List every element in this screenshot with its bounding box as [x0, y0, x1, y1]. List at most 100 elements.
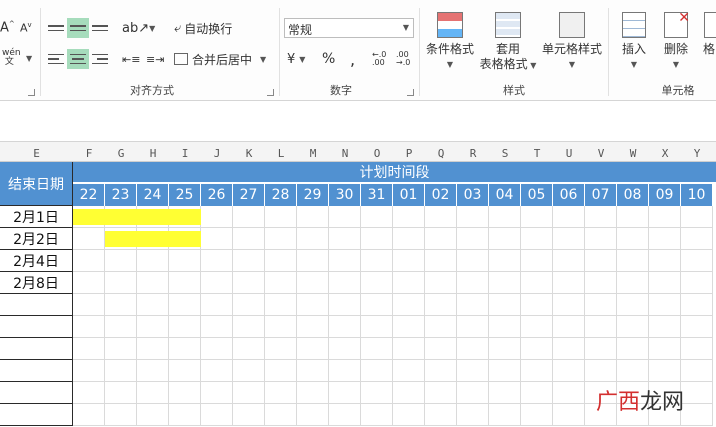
grid-cell[interactable] — [617, 338, 649, 360]
grid-cell[interactable] — [137, 294, 169, 316]
day-header[interactable]: 03 — [457, 184, 489, 206]
grid-cell[interactable] — [489, 338, 521, 360]
grid-cell[interactable] — [393, 272, 425, 294]
day-header[interactable]: 02 — [425, 184, 457, 206]
format-button[interactable]: 格 — [700, 12, 716, 57]
grid-cell[interactable] — [393, 338, 425, 360]
percent-style-button[interactable]: % — [322, 49, 335, 69]
grid-cell[interactable] — [105, 404, 137, 426]
grid-cell[interactable] — [265, 338, 297, 360]
grid-cell[interactable] — [393, 294, 425, 316]
grid-cell[interactable] — [457, 338, 489, 360]
column-letter[interactable]: S — [489, 142, 521, 162]
day-header[interactable]: 10 — [681, 184, 713, 206]
column-letter[interactable]: L — [265, 142, 297, 162]
grid-cell[interactable] — [201, 294, 233, 316]
delete-button[interactable]: ✕ 删除 ▼ — [656, 11, 696, 72]
plan-period-header[interactable]: 计划时间段 — [73, 162, 716, 183]
cell-styles-button[interactable]: 单元格样式 ▼ — [540, 12, 604, 72]
grid-cell[interactable] — [489, 404, 521, 426]
grid-cell[interactable] — [489, 250, 521, 272]
grid-cell[interactable] — [425, 250, 457, 272]
grid-cell[interactable] — [297, 250, 329, 272]
grid-cell[interactable] — [233, 294, 265, 316]
column-letter[interactable]: J — [201, 142, 233, 162]
grid-cell[interactable] — [361, 228, 393, 250]
day-header[interactable]: 30 — [329, 184, 361, 206]
day-header[interactable]: 05 — [521, 184, 553, 206]
grid-cell[interactable] — [457, 404, 489, 426]
grid-cell[interactable] — [297, 382, 329, 404]
grid-cell[interactable] — [329, 294, 361, 316]
grid-cell[interactable] — [489, 228, 521, 250]
grid-cell[interactable] — [489, 272, 521, 294]
increase-indent-icon[interactable]: ≡⇥ — [146, 49, 164, 69]
grid-cell[interactable] — [73, 382, 105, 404]
end-date-cell[interactable]: 2月1日 — [0, 206, 73, 228]
grid-cell[interactable] — [553, 272, 585, 294]
grid-cell[interactable] — [585, 316, 617, 338]
grid-cell[interactable] — [649, 206, 681, 228]
grid-cell[interactable] — [489, 294, 521, 316]
grid-cell[interactable] — [201, 338, 233, 360]
grid-cell[interactable] — [105, 272, 137, 294]
align-middle-icon[interactable] — [67, 18, 89, 38]
grid-cell[interactable] — [553, 250, 585, 272]
grid-cell[interactable] — [169, 316, 201, 338]
grid-cell[interactable] — [521, 272, 553, 294]
grid-cell[interactable] — [393, 316, 425, 338]
merge-center-button[interactable]: 合并后居中 ▼ — [174, 49, 266, 69]
grid-cell[interactable] — [265, 382, 297, 404]
column-letter[interactable]: G — [105, 142, 137, 162]
phonetic-guide-icon[interactable]: wén 文 — [2, 48, 21, 68]
grid-cell[interactable] — [681, 382, 713, 404]
grid-cell[interactable] — [489, 382, 521, 404]
grid-cell[interactable] — [425, 382, 457, 404]
column-letter[interactable]: I — [169, 142, 201, 162]
column-letter[interactable]: W — [617, 142, 649, 162]
end-date-cell[interactable]: 2月4日 — [0, 250, 73, 272]
grid-cell[interactable] — [329, 404, 361, 426]
grid-cell[interactable] — [457, 294, 489, 316]
grid-cell[interactable] — [457, 272, 489, 294]
grid-cell[interactable] — [521, 382, 553, 404]
grid-cell[interactable] — [361, 316, 393, 338]
grid-cell[interactable] — [297, 294, 329, 316]
grid-cell[interactable] — [105, 360, 137, 382]
grid-cell[interactable] — [521, 316, 553, 338]
grid-cell[interactable] — [73, 250, 105, 272]
grid-cell[interactable] — [553, 360, 585, 382]
grid-cell[interactable] — [265, 404, 297, 426]
grid-cell[interactable] — [681, 272, 713, 294]
grid-cell[interactable] — [553, 338, 585, 360]
grid-cell[interactable] — [233, 404, 265, 426]
column-letter[interactable]: N — [329, 142, 361, 162]
grid-cell[interactable] — [425, 228, 457, 250]
grid-cell[interactable] — [649, 360, 681, 382]
grid-cell[interactable] — [649, 272, 681, 294]
grid-cell[interactable] — [201, 404, 233, 426]
day-header[interactable]: 27 — [233, 184, 265, 206]
grid-cell[interactable] — [361, 250, 393, 272]
grid-cell[interactable] — [73, 404, 105, 426]
column-letter[interactable]: Y — [681, 142, 713, 162]
column-letter[interactable]: Q — [425, 142, 457, 162]
grid-cell[interactable] — [137, 338, 169, 360]
grid-cell[interactable] — [297, 338, 329, 360]
grid-cell[interactable] — [425, 316, 457, 338]
grid-cell[interactable] — [265, 360, 297, 382]
decrease-indent-icon[interactable]: ⇤≡ — [122, 49, 140, 69]
end-date-cell[interactable]: 2月2日 — [0, 228, 73, 250]
grid-cell[interactable] — [617, 250, 649, 272]
grid-cell[interactable] — [169, 360, 201, 382]
grid-cell[interactable] — [297, 206, 329, 228]
day-header[interactable]: 06 — [553, 184, 585, 206]
grid-cell[interactable] — [457, 316, 489, 338]
grid-cell[interactable] — [521, 206, 553, 228]
end-date-cell[interactable] — [0, 404, 73, 426]
grid-cell[interactable] — [297, 316, 329, 338]
grid-cell[interactable] — [73, 360, 105, 382]
grid-cell[interactable] — [73, 294, 105, 316]
grid-cell[interactable] — [489, 316, 521, 338]
day-header[interactable]: 22 — [73, 184, 105, 206]
